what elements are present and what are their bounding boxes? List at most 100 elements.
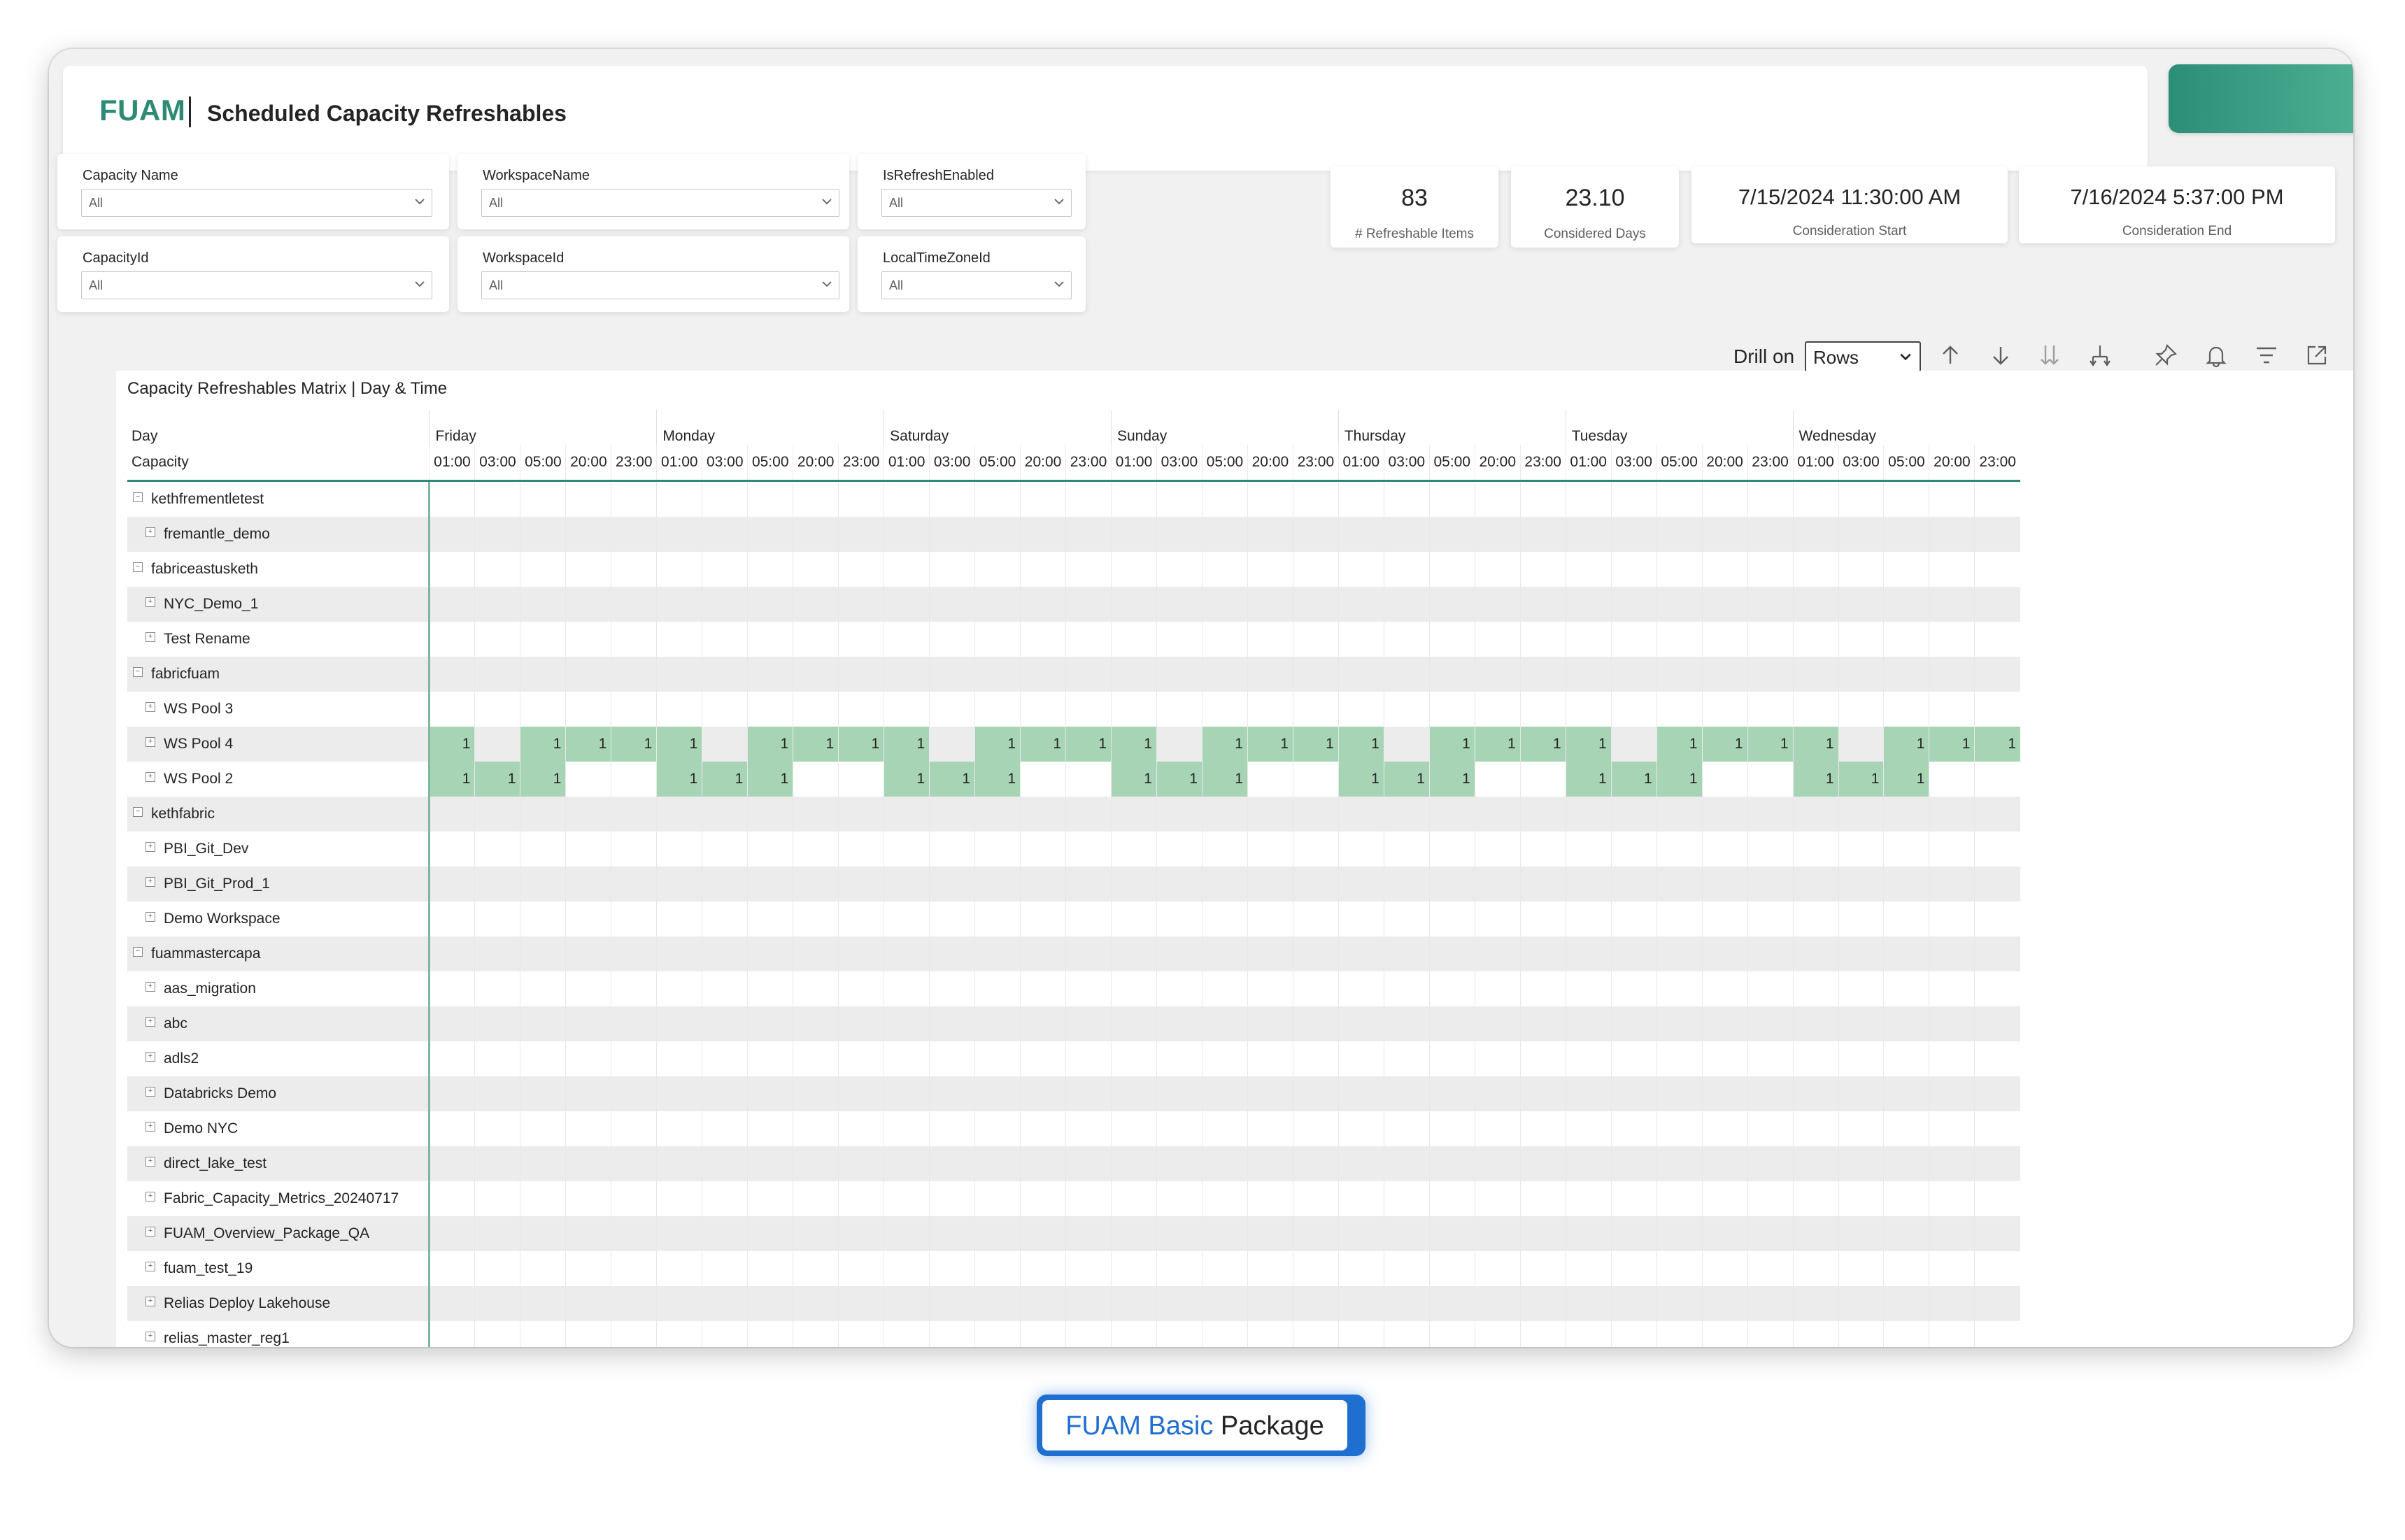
column-header-hour[interactable]: 23:00 xyxy=(1292,445,1339,482)
matrix-cell[interactable] xyxy=(1792,936,1838,971)
matrix-cell[interactable] xyxy=(1565,971,1612,1006)
row-header[interactable]: + WS Pool 3 xyxy=(127,692,431,727)
matrix-cell[interactable] xyxy=(929,1286,975,1321)
matrix-cell[interactable] xyxy=(1383,692,1430,727)
matrix-cell[interactable] xyxy=(747,657,793,692)
matrix-cell[interactable] xyxy=(1792,1076,1838,1111)
matrix-cell[interactable] xyxy=(1701,1216,1748,1251)
matrix-cell[interactable] xyxy=(1929,517,1975,552)
matrix-cell[interactable] xyxy=(1565,1286,1612,1321)
matrix-cell[interactable] xyxy=(1247,867,1293,901)
row-header[interactable]: + aas_migration xyxy=(127,971,431,1006)
collapse-icon[interactable]: − xyxy=(133,947,143,957)
matrix-cell[interactable] xyxy=(1247,1321,1293,1347)
matrix-cell[interactable] xyxy=(520,832,566,867)
matrix-cell[interactable] xyxy=(974,1321,1021,1347)
row-header[interactable]: + abc xyxy=(127,1006,431,1041)
column-header-hour[interactable]: 20:00 xyxy=(793,445,839,482)
column-header-hour[interactable]: 20:00 xyxy=(1247,445,1293,482)
matrix-cell[interactable] xyxy=(1065,622,1112,657)
matrix-cell[interactable] xyxy=(929,1251,975,1286)
matrix-cell[interactable] xyxy=(520,552,566,587)
row-header[interactable]: + Demo Workspace xyxy=(127,901,431,936)
matrix-cell[interactable] xyxy=(1065,480,1112,517)
matrix-cell[interactable] xyxy=(1610,692,1657,727)
matrix-cell[interactable] xyxy=(656,971,702,1006)
matrix-cell[interactable] xyxy=(747,517,793,552)
expand-icon[interactable]: + xyxy=(146,527,155,537)
matrix-cell[interactable] xyxy=(1701,936,1748,971)
matrix-cell[interactable] xyxy=(1247,517,1293,552)
matrix-cell[interactable] xyxy=(429,517,475,552)
matrix-cell[interactable] xyxy=(474,587,520,622)
matrix-cell[interactable] xyxy=(747,1076,793,1111)
column-header-hour[interactable]: 23:00 xyxy=(1747,445,1794,482)
matrix-cell[interactable] xyxy=(1792,622,1838,657)
matrix-cell[interactable] xyxy=(1201,1076,1248,1111)
matrix-cell[interactable] xyxy=(1929,1146,1975,1181)
matrix-cell[interactable] xyxy=(1974,552,2020,587)
matrix-cell[interactable] xyxy=(1519,517,1566,552)
matrix-cell[interactable] xyxy=(747,1251,793,1286)
matrix-cell[interactable] xyxy=(520,1076,566,1111)
matrix-cell[interactable] xyxy=(1929,797,1975,832)
matrix-cell[interactable] xyxy=(1929,480,1975,517)
matrix-cell[interactable] xyxy=(1838,480,1884,517)
matrix-cell[interactable] xyxy=(747,936,793,971)
matrix-cell[interactable] xyxy=(1474,552,1521,587)
matrix-cell[interactable] xyxy=(1565,797,1612,832)
matrix-cell[interactable] xyxy=(1020,971,1066,1006)
matrix-cell[interactable] xyxy=(1247,622,1293,657)
matrix-cell[interactable]: 1 xyxy=(1020,727,1066,762)
matrix-cell[interactable] xyxy=(656,587,702,622)
matrix-cell[interactable] xyxy=(1792,1286,1838,1321)
matrix-cell[interactable] xyxy=(611,1006,657,1041)
matrix-cell[interactable]: 1 xyxy=(1428,762,1475,797)
matrix-cell[interactable] xyxy=(1656,1216,1703,1251)
matrix-cell[interactable] xyxy=(565,832,611,867)
matrix-cell[interactable] xyxy=(793,1216,839,1251)
matrix-cell[interactable] xyxy=(1792,587,1838,622)
matrix-cell[interactable] xyxy=(1883,1076,1929,1111)
matrix-cell[interactable] xyxy=(1020,517,1066,552)
matrix-cell[interactable] xyxy=(1247,936,1293,971)
column-header-hour[interactable]: 01:00 xyxy=(1338,445,1384,482)
matrix-cell[interactable] xyxy=(1474,1041,1521,1076)
matrix-cell[interactable] xyxy=(1838,867,1884,901)
matrix-cell[interactable] xyxy=(1519,622,1566,657)
matrix-cell[interactable] xyxy=(429,1321,475,1347)
matrix-cell[interactable] xyxy=(1428,1076,1475,1111)
matrix-cell[interactable] xyxy=(793,692,839,727)
matrix-cell[interactable] xyxy=(1519,1321,1566,1347)
matrix-cell[interactable] xyxy=(1883,797,1929,832)
matrix-cell[interactable] xyxy=(565,1146,611,1181)
matrix-cell[interactable] xyxy=(1838,832,1884,867)
matrix-cell[interactable] xyxy=(1383,1041,1430,1076)
matrix-cell[interactable]: 1 xyxy=(793,727,839,762)
matrix-cell[interactable] xyxy=(429,867,475,901)
matrix-cell[interactable] xyxy=(1838,1321,1884,1347)
matrix-cell[interactable] xyxy=(884,832,930,867)
matrix-cell[interactable] xyxy=(1383,971,1430,1006)
matrix-cell[interactable] xyxy=(520,587,566,622)
matrix-cell[interactable] xyxy=(1111,832,1157,867)
matrix-cell[interactable] xyxy=(1111,1006,1157,1041)
matrix-cell[interactable] xyxy=(929,901,975,936)
matrix-cell[interactable] xyxy=(1610,901,1657,936)
matrix-cell[interactable] xyxy=(1792,1041,1838,1076)
matrix-cell[interactable] xyxy=(1610,727,1657,762)
matrix-cell[interactable] xyxy=(1201,1251,1248,1286)
matrix-cell[interactable] xyxy=(1338,971,1384,1006)
matrix-cell[interactable] xyxy=(1156,622,1202,657)
matrix-cell[interactable] xyxy=(884,1181,930,1216)
matrix-cell[interactable] xyxy=(1474,901,1521,936)
expand-icon[interactable]: + xyxy=(146,1017,155,1027)
expand-icon[interactable]: + xyxy=(146,1192,155,1202)
matrix-cell[interactable] xyxy=(702,1041,748,1076)
matrix-cell[interactable] xyxy=(793,1181,839,1216)
matrix-cell[interactable] xyxy=(1974,971,2020,1006)
matrix-cell[interactable] xyxy=(1428,517,1475,552)
matrix-cell[interactable] xyxy=(565,1076,611,1111)
matrix-cell[interactable] xyxy=(1519,692,1566,727)
matrix-cell[interactable] xyxy=(1929,657,1975,692)
